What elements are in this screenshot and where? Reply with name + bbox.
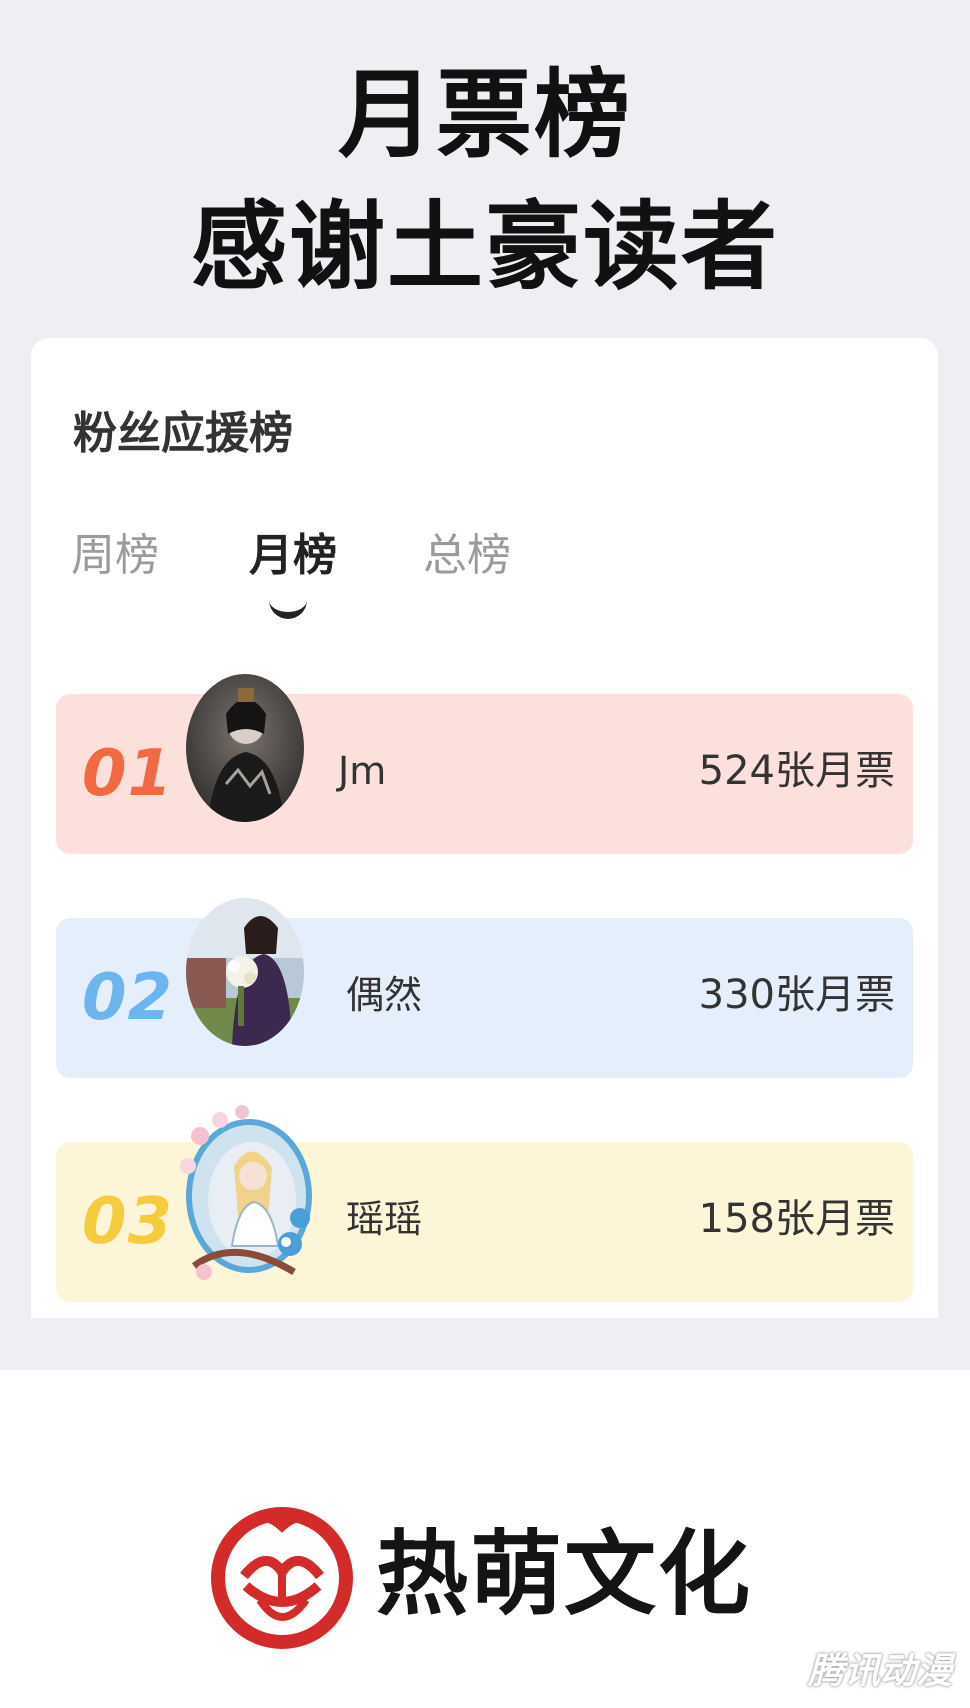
avatar[interactable] bbox=[186, 674, 304, 822]
rose-logo-icon bbox=[210, 1500, 355, 1650]
tab-weekly[interactable]: 周榜 bbox=[71, 528, 159, 584]
vote-count: 330张月票 bbox=[698, 972, 895, 1018]
tab-monthly[interactable]: 月榜 bbox=[249, 528, 337, 584]
rank-row-3[interactable]: 03 瑶瑶 158张月票 bbox=[56, 1105, 913, 1302]
vote-count: 158张月票 bbox=[698, 1196, 895, 1242]
brand-name: 热萌文化 bbox=[376, 1521, 753, 1628]
avatar[interactable] bbox=[174, 1096, 324, 1288]
headline-title: 月票榜 bbox=[338, 59, 632, 171]
vote-count: 524张月票 bbox=[698, 748, 895, 794]
fan-name: 偶然 bbox=[346, 973, 423, 1017]
fan-support-card: 粉丝应援榜 周榜 月榜 总榜 01 Jm 524张月票 02 偶然 330张月票… bbox=[31, 338, 938, 1318]
active-tab-indicator bbox=[269, 592, 307, 619]
top-area: 月票榜 感谢土豪读者 粉丝应援榜 周榜 月榜 总榜 01 Jm 524张月票 0… bbox=[0, 0, 970, 1370]
headline-subtitle: 感谢土豪读者 bbox=[191, 191, 779, 303]
tab-total[interactable]: 总榜 bbox=[423, 528, 511, 584]
rank-row-2[interactable]: 02 偶然 330张月票 bbox=[56, 898, 913, 1078]
fan-name: 瑶瑶 bbox=[346, 1197, 423, 1241]
card-title: 粉丝应援榜 bbox=[73, 408, 293, 459]
rank-number: 03 bbox=[82, 1185, 174, 1259]
rank-number: 01 bbox=[82, 737, 174, 811]
watermark: 腾讯动漫 bbox=[807, 1651, 952, 1692]
brand-footer: 热萌文化 bbox=[210, 1500, 770, 1650]
rank-number: 02 bbox=[82, 961, 174, 1035]
avatar[interactable] bbox=[186, 898, 304, 1046]
rank-row-1[interactable]: 01 Jm 524张月票 bbox=[56, 674, 913, 854]
fan-name: Jm bbox=[338, 749, 387, 793]
